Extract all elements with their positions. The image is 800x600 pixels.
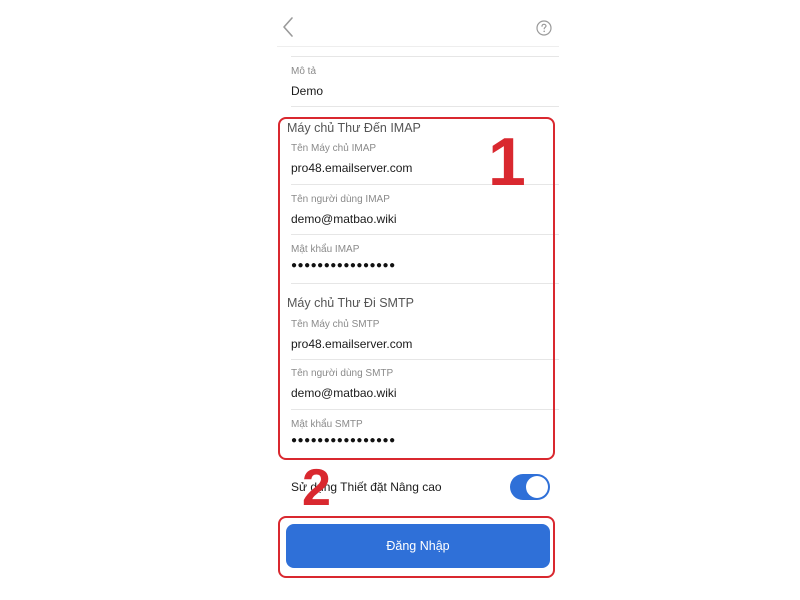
description-label: Mô tả [291, 66, 317, 77]
divider [291, 106, 559, 107]
help-button[interactable] [536, 20, 552, 36]
description-value: Demo [291, 84, 324, 98]
question-circle-icon [536, 20, 552, 36]
screenshot-stage: Mô tả Demo Máy chủ Thư Đến IMAP Tên Máy … [0, 0, 800, 600]
annotation-step-2: 2 [302, 459, 331, 517]
description-field[interactable]: Mô tả Demo [291, 66, 551, 100]
chevron-left-icon [283, 17, 293, 37]
annotation-box-login [278, 516, 555, 578]
toggle-knob [526, 476, 548, 498]
divider [291, 56, 559, 57]
navigation-bar [277, 0, 559, 47]
back-button[interactable] [279, 14, 301, 40]
annotation-step-1: 1 [488, 124, 526, 200]
advanced-settings-toggle[interactable] [510, 474, 550, 500]
